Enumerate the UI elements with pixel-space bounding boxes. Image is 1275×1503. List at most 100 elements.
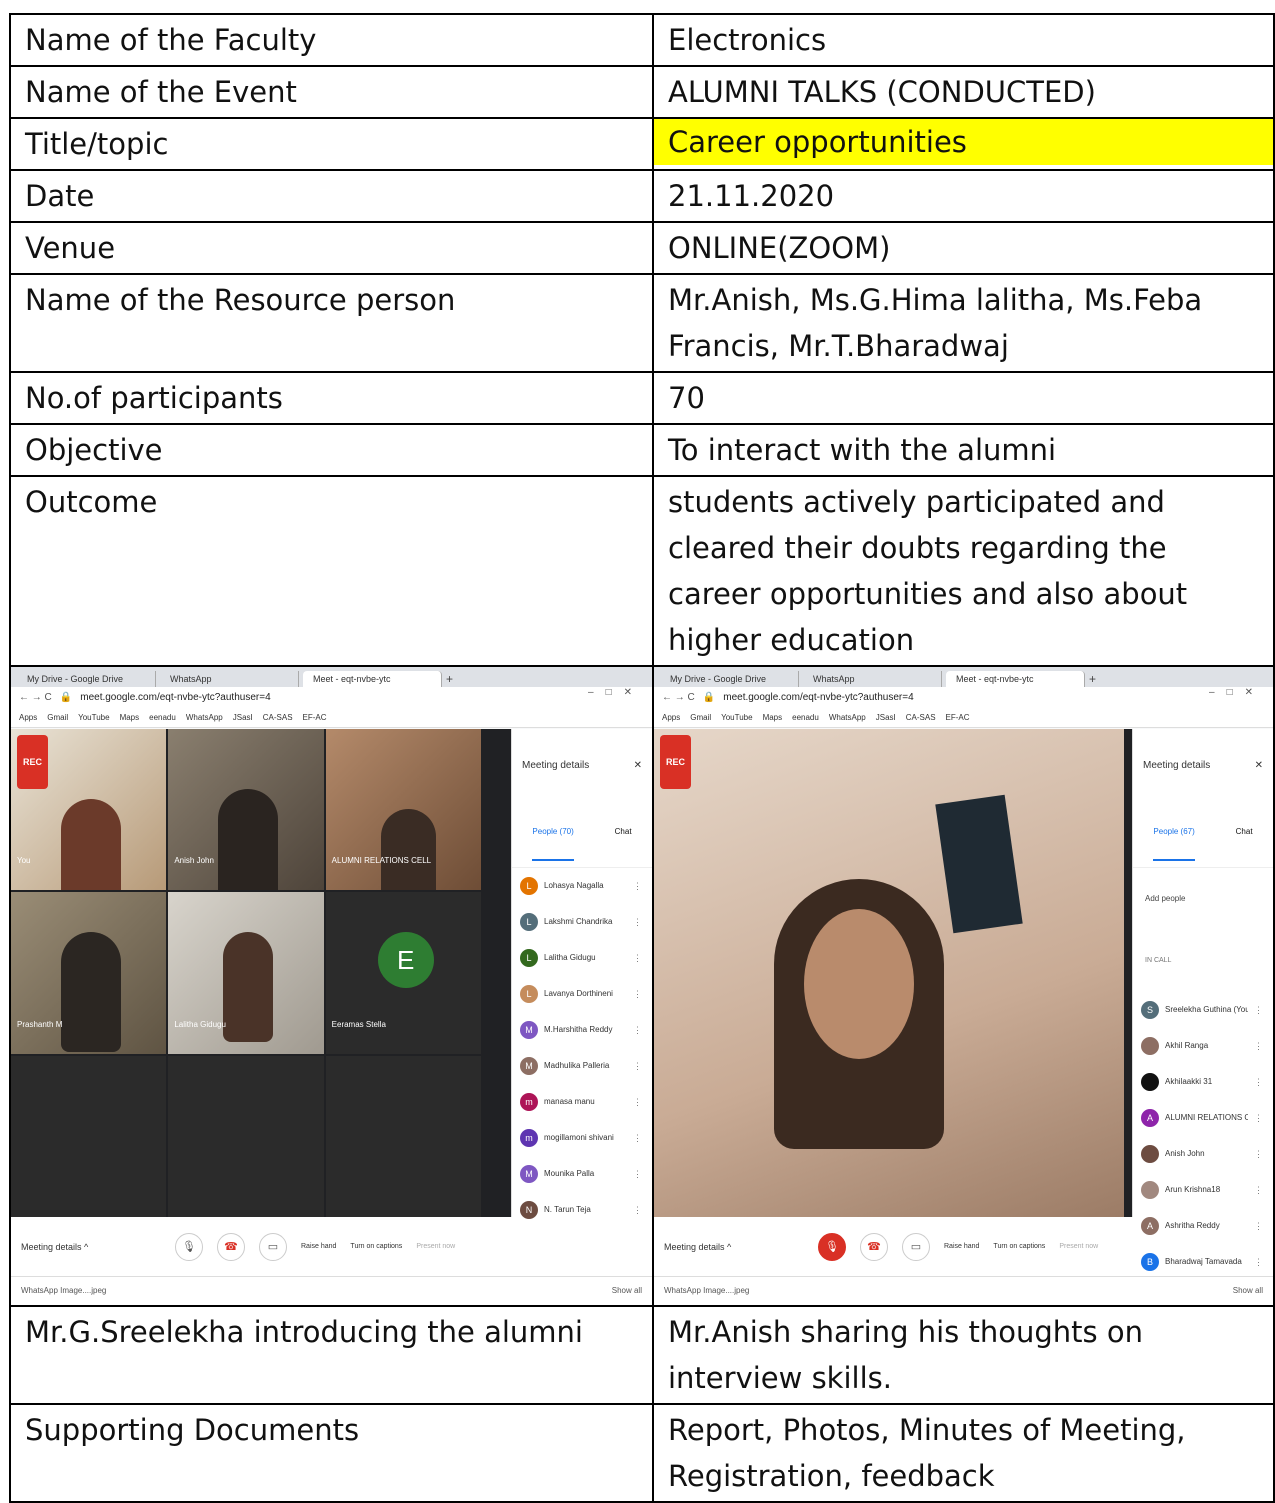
close-icon[interactable]: ✕ bbox=[1255, 743, 1263, 789]
label-event: Name of the Event bbox=[9, 65, 654, 119]
meeting-details-panel: Meeting details ✕ People (67) Chat Add p… bbox=[1132, 729, 1273, 1277]
row-title: Title/topic Career opportunities bbox=[9, 117, 1275, 171]
participant-silhouette bbox=[223, 932, 274, 1043]
panel-tabs: People (67) Chat bbox=[1133, 803, 1273, 868]
caption-photo-1: Mr.G.Sreelekha introducing the alumni bbox=[9, 1305, 654, 1405]
row-event: Name of the Event ALUMNI TALKS (CONDUCTE… bbox=[9, 65, 1275, 119]
screenshot-2-cell: My Drive - Google Drive WhatsApp Meet - … bbox=[652, 665, 1275, 1307]
in-call-heading: IN CALL bbox=[1145, 957, 1172, 964]
avatar: M bbox=[520, 1021, 538, 1039]
tab-meet: Meet - eqt-nvbe-ytc bbox=[303, 671, 442, 687]
screenshot-1-cell: My Drive - Google Drive WhatsApp Meet - … bbox=[9, 665, 654, 1307]
tile-name: Lalitha Gidugu bbox=[174, 1019, 226, 1029]
label-title: Title/topic bbox=[9, 117, 654, 171]
row-outcome: Outcome students actively participated a… bbox=[9, 475, 1275, 667]
meet-area: REC Meeting details ✕ People (67) Chat A… bbox=[654, 729, 1273, 1277]
video-tile: ALUMNI RELATIONS CELL bbox=[325, 729, 481, 891]
value-objective: To interact with the alumni bbox=[652, 423, 1275, 477]
hangup-icon[interactable]: ☎ bbox=[860, 1233, 888, 1261]
value-date: 21.11.2020 bbox=[652, 169, 1275, 223]
tab-chat[interactable]: Chat bbox=[615, 809, 632, 861]
avatar: L bbox=[520, 949, 538, 967]
avatar bbox=[1141, 1073, 1159, 1091]
event-report-table: Name of the Faculty Electronics Name of … bbox=[9, 13, 1275, 1503]
video-tile bbox=[325, 1055, 481, 1217]
value-title: Career opportunities bbox=[652, 117, 1275, 171]
participant-face bbox=[804, 909, 914, 1059]
label-venue: Venue bbox=[9, 221, 654, 275]
value-event: ALUMNI TALKS (CONDUCTED) bbox=[652, 65, 1275, 119]
tab-people[interactable]: People (70) bbox=[532, 809, 574, 861]
avatar: L bbox=[520, 877, 538, 895]
meeting-details-toggle[interactable]: Meeting details ^ bbox=[664, 1224, 804, 1270]
captions-button[interactable]: Turn on captions bbox=[350, 1224, 402, 1270]
person-name: N. Tarun Teja bbox=[544, 1205, 591, 1214]
row-date: Date 21.11.2020 bbox=[9, 169, 1275, 223]
window-controls-icon: –□✕ bbox=[1209, 687, 1265, 698]
value-venue: ONLINE(ZOOM) bbox=[652, 221, 1275, 275]
captions-button[interactable]: Turn on captions bbox=[993, 1224, 1045, 1270]
tab-people[interactable]: People (67) bbox=[1153, 809, 1195, 861]
mic-off-icon[interactable]: 🎙 bbox=[818, 1233, 846, 1261]
video-tile: Prashanth M bbox=[11, 892, 167, 1054]
hangup-icon[interactable]: ☎ bbox=[217, 1233, 245, 1261]
bookmarks-bar: Apps Gmail YouTube Maps eenadu WhatsApp … bbox=[654, 709, 1273, 728]
new-tab-icon: + bbox=[1089, 672, 1097, 686]
avatar: E bbox=[377, 932, 434, 989]
video-tile bbox=[11, 1055, 167, 1217]
meeting-details-toggle[interactable]: Meeting details ^ bbox=[21, 1224, 161, 1270]
download-item[interactable]: WhatsApp Image....jpeg bbox=[664, 1268, 749, 1305]
participant-silhouette bbox=[61, 799, 121, 891]
meet-screenshot-1: My Drive - Google Drive WhatsApp Meet - … bbox=[11, 667, 652, 1305]
avatar: m bbox=[520, 1093, 538, 1111]
row-objective: Objective To interact with the alumni bbox=[9, 423, 1275, 477]
label-objective: Objective bbox=[9, 423, 654, 477]
present-button[interactable]: Present now bbox=[416, 1224, 455, 1270]
video-tile bbox=[168, 1055, 324, 1217]
meet-area: REC You Anish John ALUMNI RELATIONS CELL… bbox=[11, 729, 652, 1277]
row-faculty: Name of the Faculty Electronics bbox=[9, 13, 1275, 67]
video-tile: Lalitha Gidugu bbox=[168, 892, 324, 1054]
avatar bbox=[1141, 1037, 1159, 1055]
value-outcome: students actively participated and clear… bbox=[652, 475, 1275, 667]
participant-silhouette bbox=[218, 789, 279, 891]
avatar: N bbox=[520, 1201, 538, 1219]
tile-name: Eeramas Stella bbox=[331, 1019, 386, 1029]
value-supporting-documents: Report, Photos, Minutes of Meeting, Regi… bbox=[652, 1403, 1275, 1503]
window-controls-icon: –□✕ bbox=[588, 687, 644, 698]
raise-hand-button[interactable]: Raise hand bbox=[301, 1224, 336, 1270]
avatar bbox=[1141, 1145, 1159, 1163]
panel-tabs: People (70) Chat bbox=[512, 803, 652, 868]
avatar: A bbox=[1141, 1217, 1159, 1235]
rec-badge: REC bbox=[660, 735, 692, 789]
new-tab-icon: + bbox=[446, 672, 454, 686]
camera-icon[interactable]: ▭ bbox=[902, 1233, 930, 1261]
participant-silhouette bbox=[61, 932, 121, 1053]
show-all-button[interactable]: Show all bbox=[1233, 1268, 1263, 1305]
label-faculty: Name of the Faculty bbox=[9, 13, 654, 67]
video-tile: Anish John bbox=[168, 729, 324, 891]
avatar: m bbox=[520, 1129, 538, 1147]
raise-hand-button[interactable]: Raise hand bbox=[944, 1224, 979, 1270]
mic-icon[interactable]: 🎙 bbox=[175, 1233, 203, 1261]
add-people-button[interactable]: Add people bbox=[1133, 868, 1273, 930]
avatar: L bbox=[520, 985, 538, 1003]
video-tile: E Eeramas Stella bbox=[325, 892, 481, 1054]
tile-name: Anish John bbox=[174, 856, 214, 866]
download-bar: WhatsApp Image....jpeg Show all bbox=[11, 1276, 652, 1305]
tile-name: You bbox=[17, 856, 31, 866]
row-participants: No.of participants 70 bbox=[9, 371, 1275, 425]
tile-name: ALUMNI RELATIONS CELL bbox=[331, 856, 432, 866]
present-button[interactable]: Present now bbox=[1059, 1224, 1098, 1270]
bookmarks-bar: Apps Gmail YouTube Maps eenadu WhatsApp … bbox=[11, 709, 652, 728]
download-item[interactable]: WhatsApp Image....jpeg bbox=[21, 1268, 106, 1305]
close-icon[interactable]: ✕ bbox=[634, 743, 642, 789]
wall-frames bbox=[935, 794, 1023, 934]
highlighted-topic: Career opportunities bbox=[654, 119, 1273, 165]
meeting-details-panel: Meeting details ✕ People (70) Chat L Loha… bbox=[511, 729, 652, 1277]
show-all-button[interactable]: Show all bbox=[612, 1268, 642, 1305]
tab-chat[interactable]: Chat bbox=[1236, 809, 1253, 861]
video-grid: You Anish John ALUMNI RELATIONS CELL Pra… bbox=[11, 729, 481, 1217]
panel-title: Meeting details bbox=[1143, 760, 1211, 771]
camera-icon[interactable]: ▭ bbox=[259, 1233, 287, 1261]
